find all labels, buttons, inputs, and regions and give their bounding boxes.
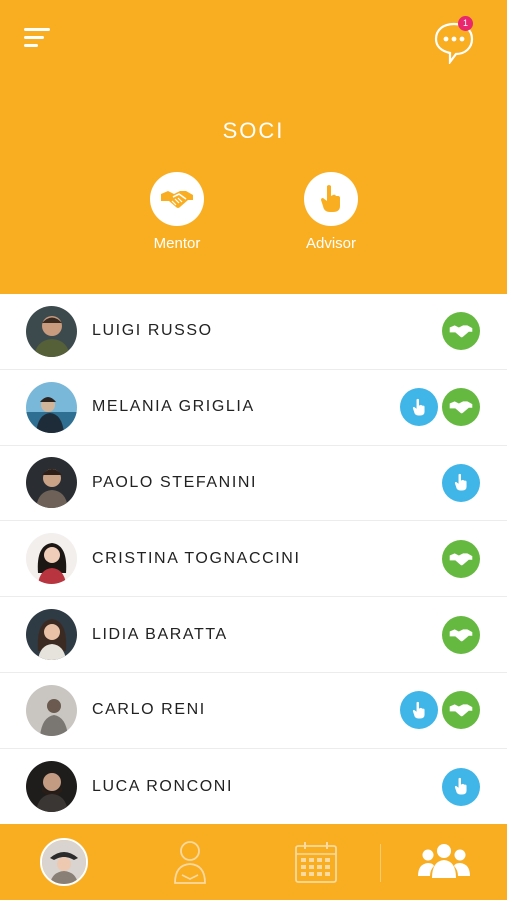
group-icon — [418, 844, 470, 878]
mentor-label: Mentor — [153, 235, 201, 252]
tab-divider — [380, 844, 381, 882]
person-icon — [174, 841, 206, 884]
avatar — [26, 381, 77, 433]
calendar-icon — [295, 842, 337, 883]
avatar — [26, 761, 77, 813]
member-name: CRISTINA TOGNACCINI — [92, 549, 301, 567]
member-name: PAOLO STEFANINI — [92, 473, 258, 491]
handshake-icon — [442, 312, 480, 351]
member-row[interactable]: PAOLO STEFANINI — [0, 446, 507, 522]
pointing-hand-icon — [442, 767, 480, 806]
handshake-icon — [442, 691, 480, 730]
member-name: LUCA RONCONI — [92, 777, 233, 795]
avatar — [26, 684, 77, 736]
pointing-hand-icon — [400, 388, 438, 427]
profile-avatar — [40, 838, 88, 886]
advisor-label: Advisor — [305, 235, 357, 252]
member-name: MELANIA GRIGLIA — [92, 398, 255, 416]
member-name: LUIGI RUSSO — [92, 322, 213, 340]
bottom-tab-bar — [0, 824, 507, 900]
member-name: CARLO RENI — [92, 701, 206, 719]
member-row[interactable]: MELANIA GRIGLIA — [0, 370, 507, 446]
tab-profile[interactable] — [20, 824, 108, 900]
pointing-hand-icon — [400, 691, 438, 730]
advisor-filter-button[interactable]: Advisor — [286, 172, 376, 252]
handshake-icon — [150, 172, 204, 226]
mentor-filter-button[interactable]: Mentor — [132, 172, 222, 252]
member-row[interactable]: LUCA RONCONI — [0, 749, 507, 825]
member-row[interactable]: CRISTINA TOGNACCINI — [0, 521, 507, 598]
member-row[interactable]: LUIGI RUSSO — [0, 294, 507, 370]
pointing-hand-icon — [442, 463, 480, 502]
tab-group[interactable] — [400, 824, 488, 900]
avatar — [26, 609, 77, 661]
member-name: LIDIA BARATTA — [92, 625, 228, 643]
tab-person[interactable] — [146, 824, 234, 900]
handshake-icon — [442, 539, 480, 578]
tab-calendar[interactable] — [272, 824, 360, 900]
handshake-icon — [442, 388, 480, 427]
notification-badge: 1 — [458, 16, 473, 31]
hamburger-menu-icon[interactable] — [24, 28, 52, 52]
pointing-hand-icon — [304, 172, 358, 226]
header: 1 SOCI Mentor Advisor — [0, 0, 507, 294]
avatar — [26, 457, 77, 509]
handshake-icon — [442, 615, 480, 654]
page-title: SOCI — [222, 118, 285, 143]
avatar — [26, 533, 77, 585]
avatar — [26, 305, 77, 357]
members-list: LUIGI RUSSO MELANIA GRIGLIA PAOLO STEFAN… — [0, 294, 507, 825]
member-row[interactable]: CARLO RENI — [0, 673, 507, 749]
member-row[interactable]: LIDIA BARATTA — [0, 597, 507, 673]
